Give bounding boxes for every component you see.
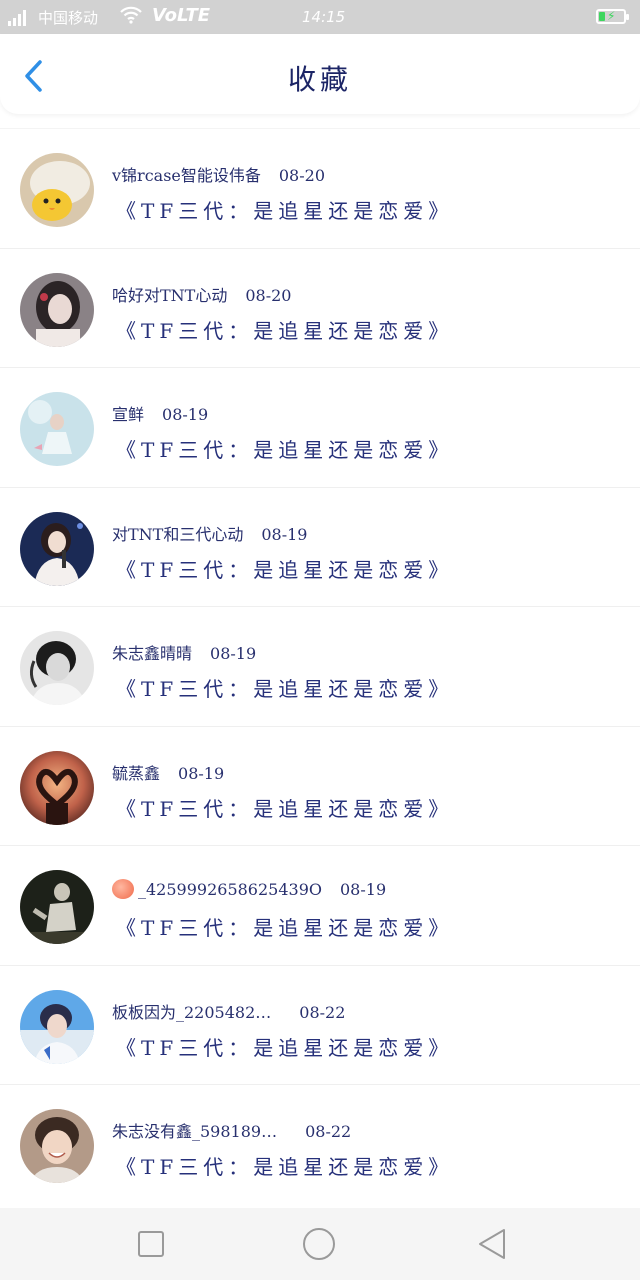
status-time: 14:15 — [302, 8, 346, 26]
item-meta: 朱志鑫晴晴 08-19 — [112, 640, 256, 664]
list-item[interactable]: 朱志没有鑫_598189… 08-22 《TF三代：是追星还是恋爱》 — [0, 1084, 640, 1204]
list-item[interactable]: 朱志鑫晴晴 08-19 《TF三代：是追星还是恋爱》 — [0, 606, 640, 726]
avatar[interactable] — [20, 392, 94, 466]
favorites-screen: 中国移动 VoLTE 14:15 ⚡ 收藏 v锦rcase智能设伟备 08-20… — [0, 0, 640, 1280]
post-date: 08-19 — [261, 524, 308, 544]
avatar[interactable] — [20, 153, 94, 227]
navigation-bar — [0, 1208, 640, 1280]
author-name: 对TNT和三代心动 — [112, 524, 244, 544]
post-title[interactable]: 《TF三代：是追星还是恋爱》 — [116, 673, 453, 702]
post-title[interactable]: 《TF三代：是追星还是恋爱》 — [116, 912, 453, 941]
item-meta: 朱志没有鑫_598189… 08-22 — [112, 1118, 351, 1142]
post-title[interactable]: 《TF三代：是追星还是恋爱》 — [116, 554, 453, 583]
page-title: 收藏 — [287, 63, 352, 96]
list-item[interactable]: _4259992658625439O 08-19 《TF三代：是追星还是恋爱》 — [0, 845, 640, 965]
author-name: 宣鲜 — [112, 405, 145, 424]
avatar[interactable] — [20, 750, 94, 825]
post-date: 08-20 — [245, 285, 292, 305]
post-title[interactable]: 《TF三代：是追星还是恋爱》 — [116, 315, 453, 344]
avatar[interactable] — [20, 1109, 94, 1183]
avatar[interactable] — [20, 511, 94, 586]
post-date: 08-22 — [299, 1002, 346, 1022]
item-meta: v锦rcase智能设伟备 08-20 — [112, 162, 325, 186]
square-icon — [138, 1231, 164, 1257]
item-meta: 哈好对TNT心动 08-20 — [112, 282, 291, 306]
list-item[interactable]: 对TNT和三代心动 08-19 《TF三代：是追星还是恋爱》 — [0, 486, 640, 607]
post-title[interactable]: 《TF三代：是追星还是恋爱》 — [116, 195, 453, 224]
author-name: 哈好对TNT心动 — [112, 285, 228, 305]
post-date: 08-19 — [210, 644, 257, 663]
post-date: 08-19 — [178, 763, 225, 783]
author-name: 朱志没有鑫_598189… — [112, 1122, 278, 1141]
carrier-name: 中国移动 — [38, 9, 99, 27]
avatar[interactable] — [20, 870, 94, 944]
avatar[interactable] — [20, 989, 94, 1064]
post-title[interactable]: 《TF三代：是追星还是恋爱》 — [116, 793, 453, 822]
list-item[interactable]: 板板因为_2205482… 08-22 《TF三代：是追星还是恋爱》 — [0, 964, 640, 1085]
battery-icon: ⚡ — [596, 9, 629, 24]
author-name: v锦rcase智能设伟备 — [112, 166, 261, 185]
favorites-list: v锦rcase智能设伟备 08-20 《TF三代：是追星还是恋爱》 哈好对TNT心… — [0, 128, 640, 1204]
status-bar: 中国移动 VoLTE 14:15 ⚡ — [0, 0, 640, 34]
peach-emoji-icon — [112, 879, 134, 899]
list-item[interactable]: 哈好对TNT心动 08-20 《TF三代：是追星还是恋爱》 — [0, 247, 640, 368]
post-date: 08-19 — [162, 405, 209, 424]
item-meta: 宣鲜 08-19 — [112, 401, 208, 425]
author-name: 板板因为_2205482… — [112, 1002, 272, 1022]
home-button[interactable] — [301, 1226, 337, 1262]
item-meta: 对TNT和三代心动 08-19 — [112, 521, 307, 545]
post-title[interactable]: 《TF三代：是追星还是恋爱》 — [116, 1032, 453, 1061]
recent-apps-button[interactable] — [133, 1226, 169, 1262]
nav-back-button[interactable] — [474, 1226, 510, 1262]
post-date: 08-19 — [340, 880, 387, 899]
avatar[interactable] — [20, 631, 94, 705]
item-meta: 毓蒸鑫 08-19 — [112, 760, 224, 784]
list-item[interactable]: v锦rcase智能设伟备 08-20 《TF三代：是追星还是恋爱》 — [0, 128, 640, 248]
item-meta: 板板因为_2205482… 08-22 — [112, 999, 345, 1023]
author-name: _4259992658625439O — [138, 880, 322, 899]
author-name: 朱志鑫晴晴 — [112, 644, 193, 663]
title-bar: 收藏 — [0, 34, 640, 114]
charging-bolt-icon: ⚡ — [607, 9, 616, 23]
post-date: 08-22 — [305, 1122, 352, 1141]
author-name: 毓蒸鑫 — [112, 763, 161, 783]
triangle-back-icon — [479, 1229, 505, 1259]
list-item[interactable]: 宣鲜 08-19 《TF三代：是追星还是恋爱》 — [0, 367, 640, 487]
signal-icon — [8, 8, 26, 26]
wifi-icon — [120, 6, 142, 29]
item-meta: _4259992658625439O 08-19 — [112, 879, 386, 899]
post-title[interactable]: 《TF三代：是追星还是恋爱》 — [116, 434, 453, 463]
avatar[interactable] — [20, 272, 94, 347]
circle-icon — [303, 1228, 335, 1260]
post-date: 08-20 — [278, 166, 325, 185]
list-item[interactable]: 毓蒸鑫 08-19 《TF三代：是追星还是恋爱》 — [0, 725, 640, 846]
volte-label: VoLTE — [152, 5, 211, 26]
post-title[interactable]: 《TF三代：是追星还是恋爱》 — [116, 1151, 453, 1180]
